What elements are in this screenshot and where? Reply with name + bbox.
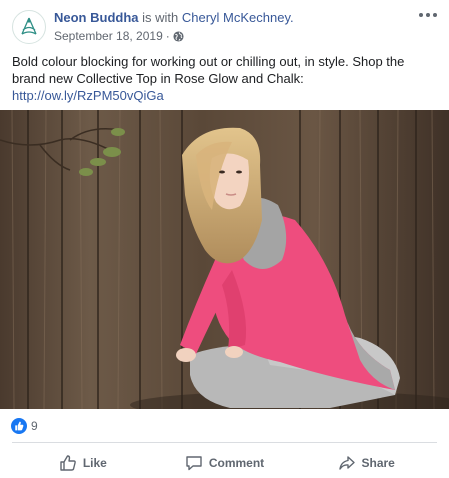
facebook-post: Neon Buddha is with Cheryl McKechney. Se… [0, 0, 449, 478]
like-reaction-icon [11, 418, 27, 434]
like-button[interactable]: Like [12, 450, 154, 476]
post-text: Bold colour blocking for working out or … [12, 53, 437, 104]
share-button-label: Share [361, 456, 395, 470]
page-name-link[interactable]: Neon Buddha [54, 10, 139, 25]
post-body-text: Bold colour blocking for working out or … [12, 54, 405, 86]
comment-icon [186, 456, 202, 471]
share-icon [338, 456, 355, 470]
action-divider [12, 442, 437, 443]
post-photo[interactable] [0, 110, 449, 409]
globe-icon [173, 30, 184, 42]
woman-in-pink-top-photo [0, 110, 449, 409]
post-meta: September 18, 2019 · [54, 29, 184, 43]
neon-buddha-logo-icon [21, 17, 37, 35]
like-button-label: Like [82, 456, 107, 470]
reaction-count: 9 [31, 419, 38, 433]
post-link[interactable]: http://ow.ly/RzPM50vQiGa [12, 87, 437, 104]
thumbs-up-icon [60, 455, 76, 471]
post-actions: Like Comment Share [12, 450, 437, 476]
more-options-icon[interactable] [417, 8, 439, 22]
comment-button-label: Comment [208, 456, 265, 470]
post-date-link[interactable]: September 18, 2019 [54, 29, 163, 43]
page-avatar[interactable] [12, 10, 46, 44]
with-text: is with [142, 10, 179, 25]
share-button[interactable]: Share [295, 450, 437, 476]
reactions-summary[interactable]: 9 [11, 418, 38, 434]
comment-button[interactable]: Comment [154, 450, 296, 476]
date-separator: · [165, 29, 170, 43]
post-header: Neon Buddha is with Cheryl McKechney. [54, 10, 294, 26]
tagged-person-link[interactable]: Cheryl McKechney. [182, 10, 294, 25]
